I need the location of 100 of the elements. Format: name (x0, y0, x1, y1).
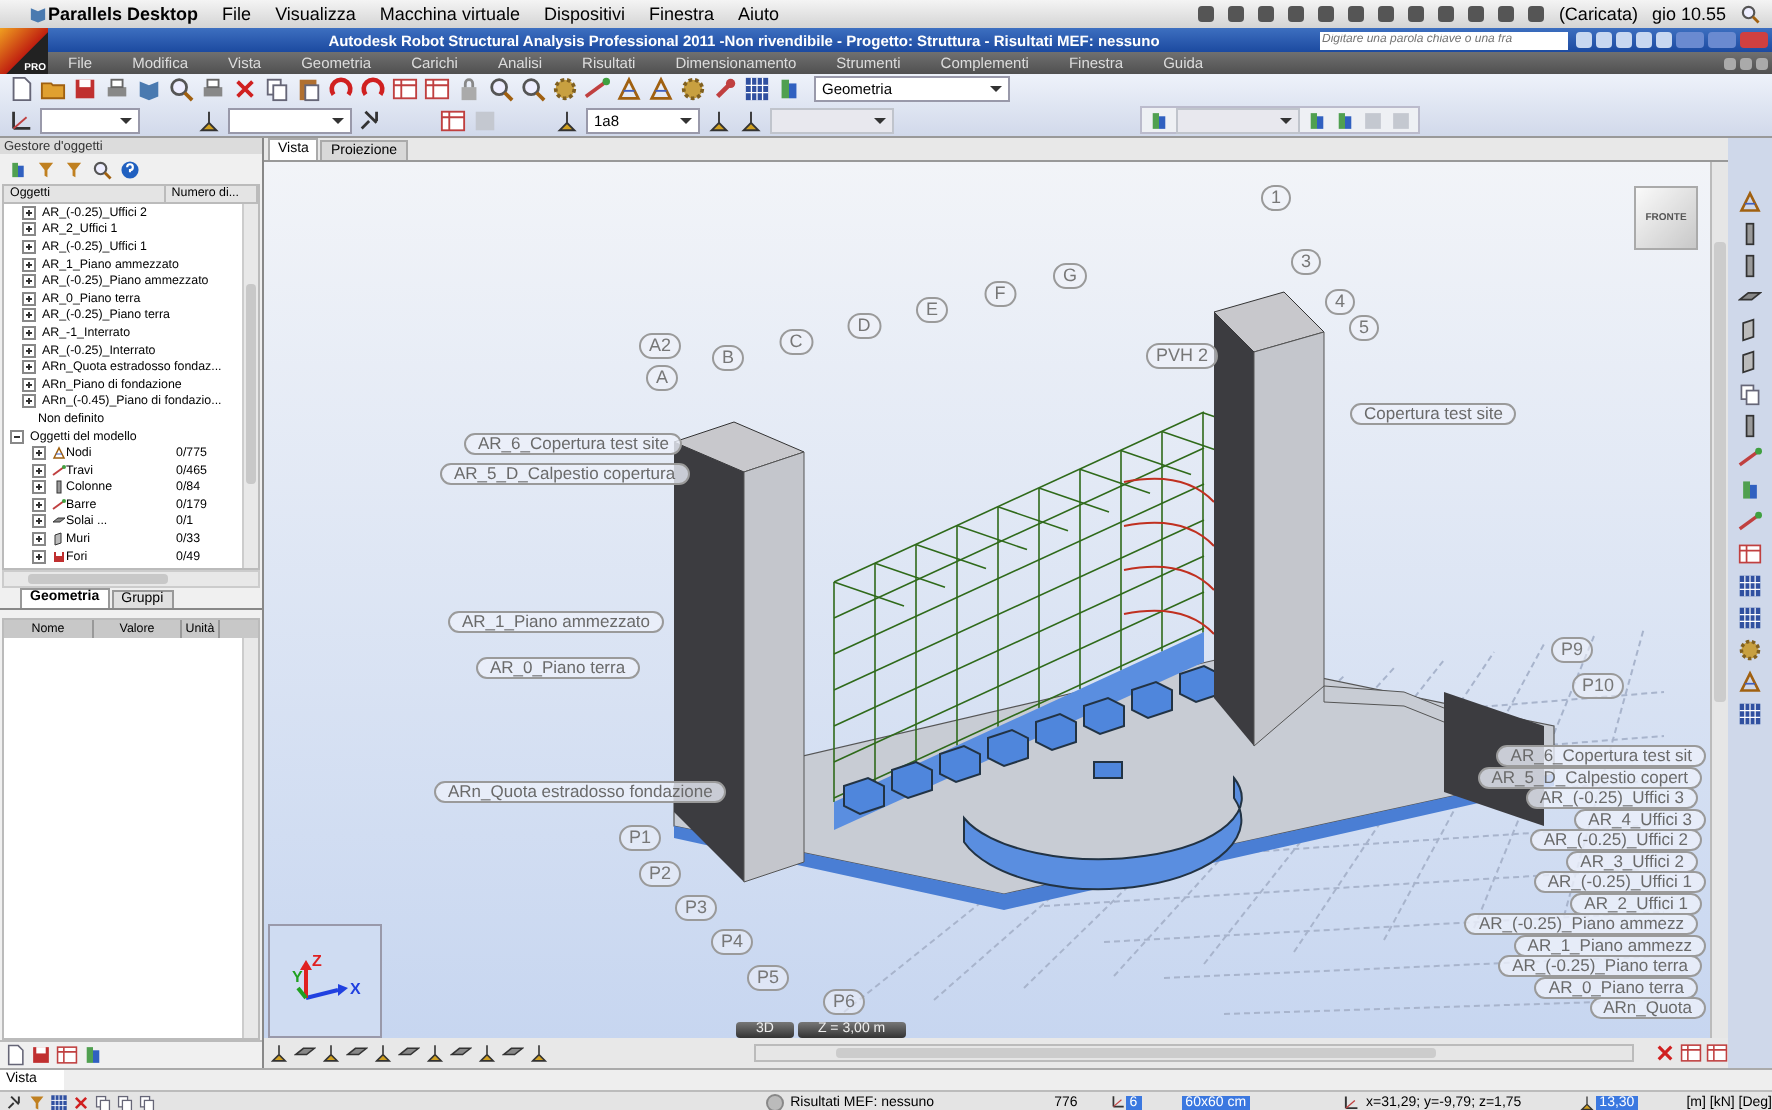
grid-axis-label: P5 (747, 965, 789, 991)
grid-axis-label: P1 (619, 825, 661, 851)
scrollbar[interactable] (242, 638, 258, 1038)
level-label: Copertura test site (1350, 403, 1517, 425)
expand-toggle[interactable] (22, 325, 36, 340)
gear-icon[interactable] (552, 76, 578, 102)
copy-icon[interactable] (94, 1093, 112, 1110)
zoom-icon[interactable] (520, 76, 546, 102)
search-icon[interactable] (92, 159, 112, 179)
print-preview-icon[interactable] (168, 76, 194, 102)
zoom-icon[interactable] (488, 76, 514, 102)
expand-toggle[interactable] (32, 480, 46, 495)
expand-toggle[interactable] (32, 446, 46, 461)
view-tool-icon[interactable] (320, 1042, 342, 1064)
menu-item[interactable]: Parallels Desktop (48, 4, 199, 24)
beam-icon[interactable] (584, 76, 610, 102)
lock-icon[interactable] (456, 76, 482, 102)
delete-icon[interactable] (232, 76, 258, 102)
print-icon[interactable] (104, 76, 130, 102)
menu-clock[interactable]: gio 10.55 (1651, 4, 1726, 24)
grid-axis-label: A (646, 365, 678, 391)
expand-toggle[interactable] (10, 429, 24, 444)
level-label: AR_2_Uffici 1 (1570, 892, 1702, 914)
gear-icon[interactable] (680, 76, 706, 102)
table-icon[interactable] (424, 76, 450, 102)
expand-toggle[interactable] (22, 343, 36, 358)
redo-icon[interactable] (360, 76, 386, 102)
grid-axis-label: D (847, 313, 881, 339)
menu-item[interactable]: File (222, 4, 252, 24)
paste-icon[interactable] (296, 76, 322, 102)
frame-icon[interactable] (648, 76, 674, 102)
level-label: AR_4_Uffici 3 (1574, 808, 1706, 830)
level-label: ARn_Quota estradosso fondazione (434, 781, 727, 803)
copy-icon[interactable] (264, 76, 290, 102)
expand-toggle[interactable] (22, 291, 36, 306)
scrollbar[interactable] (242, 204, 258, 568)
expand-toggle[interactable] (32, 549, 46, 564)
expand-toggle[interactable] (22, 308, 36, 323)
undo-icon[interactable] (328, 76, 354, 102)
coordinates-icon (1342, 1093, 1361, 1110)
scrollbar[interactable] (2, 570, 260, 588)
menu-item[interactable]: Aiuto (737, 4, 779, 24)
battery-status: (Caricata) (1558, 4, 1638, 24)
expand-toggle[interactable] (32, 497, 46, 512)
level-label: AR_(-0.25)_Piano terra (1498, 955, 1702, 977)
grid-icon[interactable] (50, 1093, 68, 1110)
axis-label: Y (292, 968, 303, 986)
grid-axis-label: P2 (639, 861, 681, 887)
expand-toggle[interactable] (22, 239, 36, 254)
view-tool-icon[interactable] (476, 1042, 498, 1064)
menu-item[interactable]: Macchina virtuale (379, 4, 520, 24)
grid-axis-label: P6 (823, 989, 865, 1015)
expand-toggle[interactable] (32, 463, 46, 478)
menu-item[interactable]: Dispositivi (543, 4, 625, 24)
drawing-icon[interactable] (1680, 1042, 1702, 1064)
drawing-icon[interactable] (1654, 1042, 1676, 1064)
table-icon[interactable] (392, 76, 418, 102)
level-label: AR_1_Piano ammezz (1513, 934, 1706, 956)
grid-axis-label: G (1053, 263, 1087, 289)
expand-toggle[interactable] (22, 360, 36, 375)
level-label: AR_0_Piano terra (476, 657, 640, 679)
level-label: AR_5_D_Calpestio copert (1477, 766, 1702, 788)
expand-toggle[interactable] (22, 377, 36, 392)
scrollbar[interactable] (1710, 162, 1728, 1038)
table-icon[interactable] (56, 1044, 78, 1066)
save-icon[interactable] (72, 76, 98, 102)
scrollbar[interactable] (754, 1044, 1634, 1062)
expand-toggle[interactable] (22, 257, 36, 272)
menu-item[interactable]: Visualizza (275, 4, 356, 24)
node-icon[interactable] (1738, 190, 1762, 214)
expand-toggle[interactable] (22, 205, 36, 220)
axis-label: X (350, 980, 361, 998)
view-tool-icon[interactable] (528, 1042, 550, 1064)
expand-toggle[interactable] (22, 394, 36, 409)
expand-toggle[interactable] (22, 274, 36, 289)
hinge-icon[interactable] (358, 107, 384, 133)
view-tool-icon[interactable] (424, 1042, 446, 1064)
level-label: AR_1_Piano ammezzato (448, 611, 665, 633)
select-icon[interactable] (6, 1093, 24, 1110)
grid-icon[interactable] (744, 76, 770, 102)
expand-toggle[interactable] (32, 514, 46, 529)
expand-toggle[interactable] (32, 532, 46, 547)
view-tool-icon[interactable] (268, 1042, 290, 1064)
copy-icon[interactable] (116, 1093, 134, 1110)
expand-toggle[interactable] (22, 222, 36, 237)
cross-icon[interactable] (72, 1093, 90, 1110)
truss-icon[interactable] (616, 76, 642, 102)
view-tool-icon[interactable] (372, 1042, 394, 1064)
search-icon[interactable] (1740, 4, 1760, 24)
grid-axis-label: P3 (675, 895, 717, 921)
copy-icon[interactable] (138, 1093, 156, 1110)
box-icon[interactable] (1738, 382, 1762, 406)
level-label: AR_(-0.25)_Uffici 1 (1533, 871, 1706, 893)
level-label: ARn_Quota (1589, 997, 1706, 1019)
drawing-icon[interactable] (1706, 1042, 1728, 1064)
menu-item[interactable]: Finestra (648, 4, 714, 24)
node-icon[interactable] (8, 107, 34, 133)
grid-axis-label: 1 (1261, 185, 1291, 211)
level-label: AR_6_Copertura test site (464, 433, 683, 455)
joint-icon[interactable] (1738, 638, 1762, 662)
